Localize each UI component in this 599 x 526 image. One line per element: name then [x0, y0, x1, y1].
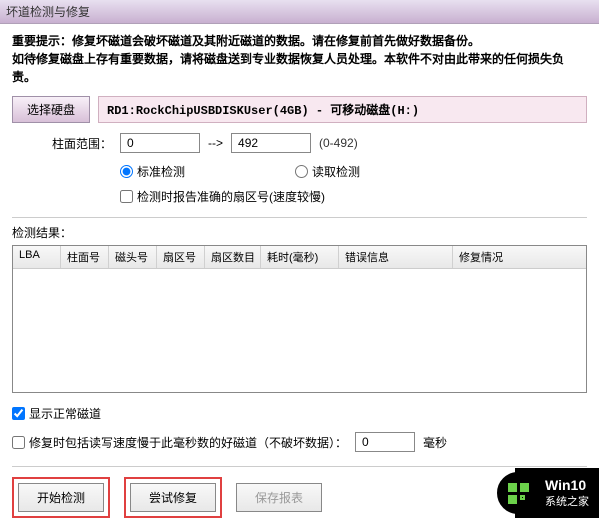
select-disk-button[interactable]: 选择硬盘: [12, 96, 90, 123]
repair-speed-label-before: 修复时包括读写速度慢于此毫秒数的好磁道（不破坏数据）：: [29, 434, 347, 451]
disk-path-display: RD1:RockChipUSBDISKUser(4GB) - 可移动磁盘(H:): [98, 96, 587, 123]
watermark: Win10 系统之家: [515, 468, 599, 518]
col-head[interactable]: 磁头号: [109, 246, 157, 268]
col-time[interactable]: 耗时(毫秒): [261, 246, 339, 268]
accurate-sector-label: 检测时报告准确的扇区号(速度较慢): [137, 188, 325, 205]
watermark-logo-icon: [497, 472, 539, 514]
start-detect-button[interactable]: 开始检测: [18, 483, 104, 512]
disk-row: 选择硬盘 RD1:RockChipUSBDISKUser(4GB) - 可移动磁…: [12, 96, 587, 123]
readonly-detect-label: 读取检测: [312, 163, 360, 180]
warning-text: 重要提示：修复坏磁道会破坏磁道及其附近磁道的数据。请在修复前首先做好数据备份。 …: [12, 32, 587, 86]
detect-mode-row: 标准检测 读取检测: [12, 163, 587, 180]
try-repair-button[interactable]: 尝试修复: [130, 483, 216, 512]
col-sector[interactable]: 扇区号: [157, 246, 205, 268]
titlebar: 坏道检测与修复: [0, 0, 599, 24]
repair-speed-input[interactable]: [355, 432, 415, 452]
accurate-sector-row: 检测时报告准确的扇区号(速度较慢): [12, 188, 587, 205]
repair-speed-row: 修复时包括读写速度慢于此毫秒数的好磁道（不破坏数据）： 毫秒: [12, 432, 587, 452]
results-header: LBA 柱面号 磁头号 扇区号 扇区数目 耗时(毫秒) 错误信息 修复情况: [13, 246, 586, 269]
watermark-title: Win10: [545, 477, 589, 493]
separator-2: [12, 466, 587, 467]
repair-speed-label-after: 毫秒: [423, 434, 447, 451]
col-error[interactable]: 错误信息: [339, 246, 453, 268]
accurate-sector-checkbox[interactable]: [120, 190, 133, 203]
col-fix-status[interactable]: 修复情况: [453, 246, 586, 268]
results-body: [13, 269, 586, 389]
standard-detect-radio[interactable]: [120, 165, 133, 178]
warning-line1: 重要提示：修复坏磁道会破坏磁道及其附近磁道的数据。请在修复前首先做好数据备份。: [12, 32, 587, 50]
watermark-subtitle: 系统之家: [545, 493, 589, 509]
dialog-content: 重要提示：修复坏磁道会破坏磁道及其附近磁道的数据。请在修复前首先做好数据备份。 …: [0, 24, 599, 526]
cylinder-range-hint: (0-492): [319, 136, 358, 150]
dialog-window: 坏道检测与修复 重要提示：修复坏磁道会破坏磁道及其附近磁道的数据。请在修复前首先…: [0, 0, 599, 518]
start-button-highlight: 开始检测: [12, 477, 110, 518]
cylinder-label: 柱面范围：: [52, 135, 112, 152]
warning-line2: 如待修复磁盘上存有重要数据，请将磁盘送到专业数据恢复人员处理。本软件不对由此带来…: [12, 50, 587, 86]
standard-detect-label: 标准检测: [137, 163, 185, 180]
repair-speed-checkbox[interactable]: [12, 436, 25, 449]
col-cylinder[interactable]: 柱面号: [61, 246, 109, 268]
show-normal-label: 显示正常磁道: [29, 405, 101, 422]
window-title: 坏道检测与修复: [6, 3, 90, 20]
repair-button-highlight: 尝试修复: [124, 477, 222, 518]
standard-detect-radio-group[interactable]: 标准检测: [120, 163, 185, 180]
results-table[interactable]: LBA 柱面号 磁头号 扇区号 扇区数目 耗时(毫秒) 错误信息 修复情况: [12, 245, 587, 393]
col-lba[interactable]: LBA: [13, 246, 61, 268]
readonly-detect-radio[interactable]: [295, 165, 308, 178]
watermark-text: Win10 系统之家: [545, 477, 589, 509]
cylinder-range-row: 柱面范围： --> (0-492): [12, 133, 587, 153]
arrow-text: -->: [208, 136, 223, 150]
cylinder-start-input[interactable]: [120, 133, 200, 153]
show-normal-checkbox[interactable]: [12, 407, 25, 420]
show-normal-row: 显示正常磁道: [12, 405, 587, 422]
readonly-detect-radio-group[interactable]: 读取检测: [295, 163, 360, 180]
save-report-button: 保存报表: [236, 483, 322, 512]
cylinder-end-input[interactable]: [231, 133, 311, 153]
results-label: 检测结果：: [12, 224, 587, 241]
col-sector-count[interactable]: 扇区数目: [205, 246, 261, 268]
separator: [12, 217, 587, 218]
